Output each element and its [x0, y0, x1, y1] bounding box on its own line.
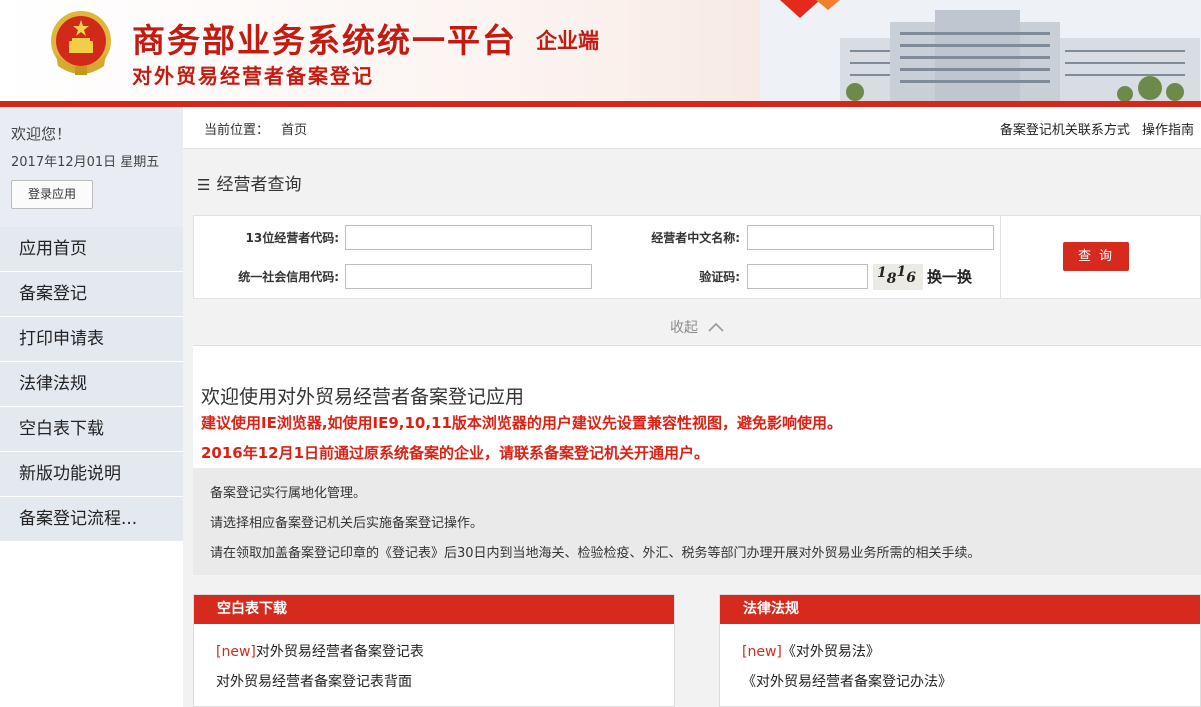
- sidebar-item-process[interactable]: 备案登记流程...: [0, 497, 183, 542]
- ministry-building-image: [760, 0, 1201, 101]
- legacy-user-warning: 2016年12月1日前通过原系统备案的企业，请联系备案登记机关开通用户。: [201, 444, 710, 462]
- browser-warning: 建议使用IE浏览器,如使用IE9,10,11版本浏览器的用户建议先设置兼容性视图…: [201, 414, 842, 432]
- notice-line: 请选择相应备案登记机关后实施备案登记操作。: [210, 516, 484, 531]
- search-section-title: ☰ 经营者查询: [197, 175, 302, 195]
- chevron-up-icon: [708, 322, 725, 332]
- national-emblem-icon: [51, 11, 111, 75]
- laws-card: 法律法规 [new]《对外贸易法》 《对外贸易经营者备案登记办法》: [719, 594, 1201, 707]
- download-link[interactable]: 对外贸易经营者备案登记表背面: [216, 671, 412, 691]
- captcha-image: 1816: [873, 264, 923, 290]
- credit-code-input[interactable]: [345, 264, 592, 289]
- breadcrumb-current[interactable]: 首页: [281, 123, 307, 138]
- welcome-panel: 欢迎使用对外贸易经营者备案登记应用 建议使用IE浏览器,如使用IE9,10,11…: [193, 346, 1201, 471]
- current-date: 2017年12月01日 星期五: [11, 155, 160, 170]
- sidebar-item-registration[interactable]: 备案登记: [0, 272, 183, 317]
- downloads-card: 空白表下载 [new]对外贸易经营者备案登记表 对外贸易经营者备案登记表背面: [193, 594, 675, 707]
- sidebar-item-laws[interactable]: 法律法规: [0, 362, 183, 407]
- search-divider: [1000, 216, 1001, 298]
- system-title: 商务部业务系统统一平台: [132, 21, 517, 60]
- guide-link[interactable]: 操作指南: [1142, 123, 1194, 138]
- new-badge: [new]: [742, 644, 782, 660]
- sidebar-item-print-form[interactable]: 打印申请表: [0, 317, 183, 362]
- new-badge: [new]: [216, 644, 256, 660]
- login-app-button[interactable]: 登录应用: [11, 180, 93, 209]
- site-header: 商务部业务系统统一平台 企业端 对外贸易经营者备案登记: [0, 0, 1201, 103]
- download-link[interactable]: [new]对外贸易经营者备案登记表: [216, 641, 424, 661]
- operator-name-input[interactable]: [747, 225, 994, 250]
- list-icon: ☰: [197, 176, 211, 194]
- credit-label: 统一社会信用代码:: [238, 270, 339, 284]
- system-tag: 企业端: [536, 28, 599, 53]
- laws-card-title: 法律法规: [720, 595, 1200, 624]
- notice-box: 备案登记实行属地化管理。 请选择相应备案登记机关后实施备案登记操作。 请在领取加…: [193, 468, 1201, 575]
- sidebar-item-blank-forms[interactable]: 空白表下载: [0, 407, 183, 452]
- notice-line: 备案登记实行属地化管理。: [210, 486, 367, 501]
- code-label: 13位经营者代码:: [245, 231, 340, 245]
- sidebar-item-new-features[interactable]: 新版功能说明: [0, 452, 183, 497]
- law-link[interactable]: [new]《对外贸易法》: [742, 641, 880, 661]
- captcha-label: 验证码:: [699, 270, 740, 284]
- system-subtitle: 对外贸易经营者备案登记: [132, 64, 374, 88]
- breadcrumb-prefix: 当前位置：: [204, 123, 270, 138]
- collapse-toggle[interactable]: 收起: [670, 317, 725, 337]
- downloads-card-title: 空白表下载: [194, 595, 674, 624]
- law-link[interactable]: 《对外贸易经营者备案登记办法》: [742, 671, 952, 691]
- sidebar-nav: 应用首页 备案登记 打印申请表 法律法规 空白表下载 新版功能说明 备案登记流程…: [0, 227, 183, 542]
- captcha-refresh-link[interactable]: 换一换: [927, 266, 972, 287]
- sidebar-item-home[interactable]: 应用首页: [0, 227, 183, 272]
- welcome-title: 欢迎使用对外贸易经营者备案登记应用: [201, 386, 525, 408]
- name-label: 经营者中文名称:: [651, 231, 740, 245]
- search-panel: 13位经营者代码: 经营者中文名称: 统一社会信用代码: 验证码: 1816 换…: [193, 215, 1201, 299]
- user-welcome-box: 欢迎您！ 2017年12月01日 星期五 登录应用: [0, 107, 183, 227]
- query-button[interactable]: 查询: [1063, 242, 1129, 271]
- top-links: 备案登记机关联系方式 操作指南: [992, 119, 1194, 138]
- main-content: 当前位置： 首页 备案登记机关联系方式 操作指南 ☰ 经营者查询 13位经营者代码…: [183, 107, 1201, 707]
- breadcrumb: 当前位置： 首页: [204, 119, 315, 138]
- notice-line: 请在领取加盖备案登记印章的《登记表》后30日内到当地海关、检验检疫、外汇、税务等…: [210, 546, 981, 561]
- welcome-text: 欢迎您！: [11, 125, 72, 143]
- contact-link[interactable]: 备案登记机关联系方式: [1000, 123, 1130, 138]
- captcha-input[interactable]: [747, 264, 868, 289]
- breadcrumb-bar: 当前位置： 首页 备案登记机关联系方式 操作指南: [183, 107, 1201, 149]
- sidebar: 欢迎您！ 2017年12月01日 星期五 登录应用 应用首页 备案登记 打印申请…: [0, 107, 183, 707]
- operator-code-input[interactable]: [345, 225, 592, 250]
